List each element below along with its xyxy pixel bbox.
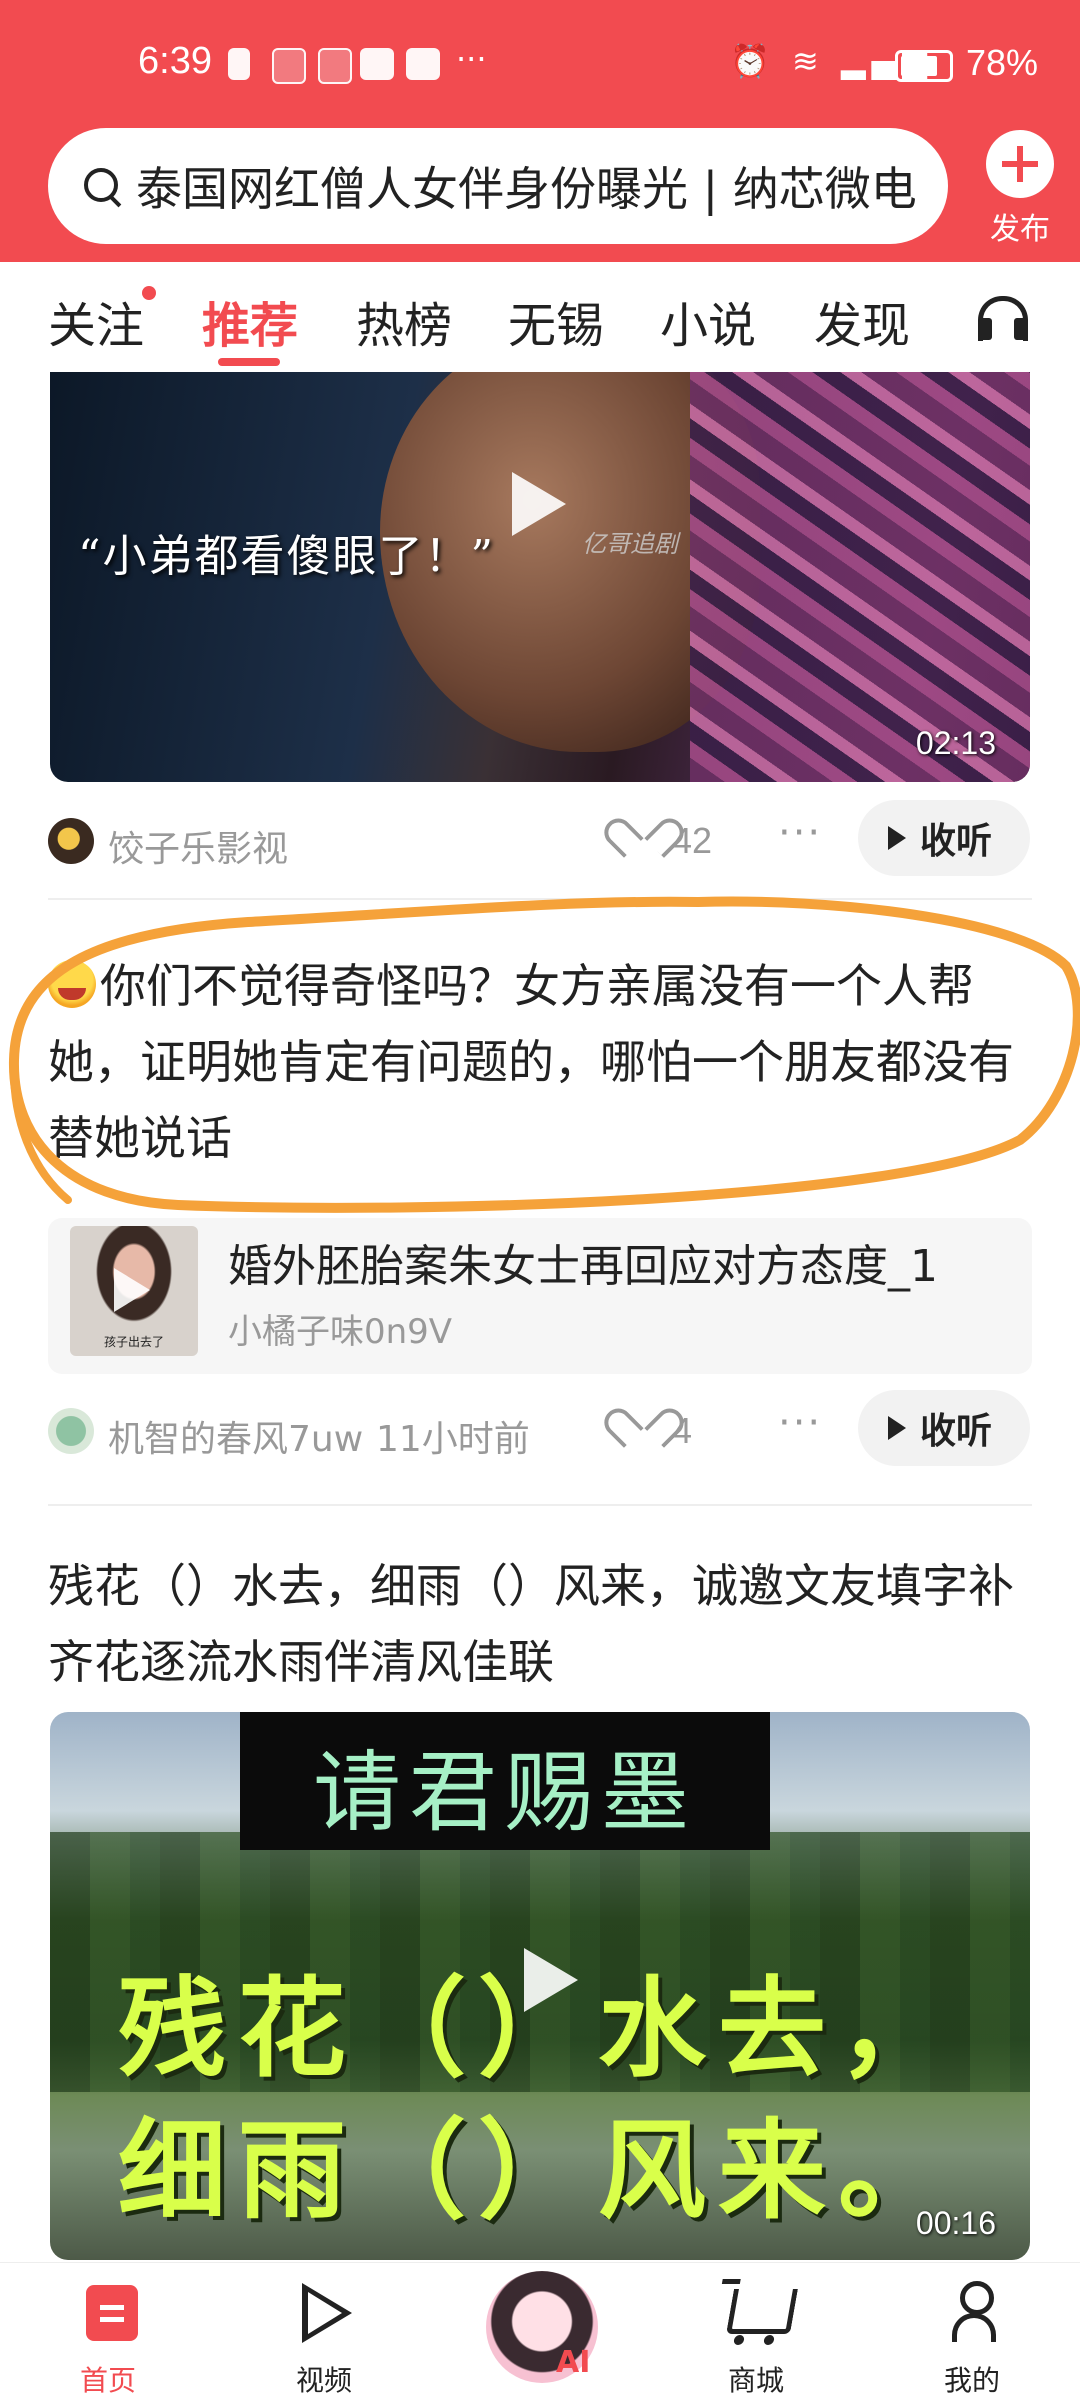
huawei-app-icon <box>318 48 352 84</box>
nav-video-label: 视频 <box>295 2364 352 2397</box>
nav-me-label: 我的 <box>943 2364 1000 2397</box>
publish-label: 发布 <box>990 212 1050 247</box>
listen-label: 收听 <box>920 1411 993 1452</box>
tab-recommend[interactable]: 推荐 <box>202 286 298 356</box>
post-title[interactable]: 残花（）水去，细雨（）风来，诚邀文友填字补齐花逐流水雨伴清风佳联 <box>48 1548 1038 1700</box>
unread-dot <box>142 286 156 300</box>
author-name[interactable]: 饺子乐影视 <box>108 820 288 872</box>
nav-home-label: 首页 <box>79 2364 136 2397</box>
status-time: 6:39 <box>138 40 212 82</box>
listen-button[interactable]: 收听 <box>858 1390 1030 1466</box>
like-count: 4 <box>672 1410 693 1451</box>
quoted-video-title: 婚外胚胎案朱女士再回应对方态度_1 <box>228 1241 938 1292</box>
nav-home[interactable]: 首页 <box>38 2263 178 2401</box>
more-notifications-icon: ··· <box>456 40 487 78</box>
thumb-caption: 孩子出去了 <box>103 1335 164 1349</box>
plus-icon <box>986 130 1054 198</box>
nav-mall-label: 商城 <box>727 2364 784 2397</box>
tab-novel[interactable]: 小说 <box>660 286 756 356</box>
video-duration: 02:13 <box>915 725 996 761</box>
play-small-icon <box>888 1416 906 1440</box>
notification-icon <box>228 48 250 80</box>
video-duration: 00:16 <box>915 2205 996 2241</box>
user-icon <box>952 2281 996 2347</box>
play-icon[interactable] <box>512 472 566 536</box>
quoted-video-author: 小橘子味0n9V <box>228 1312 453 1352</box>
post-time: 11小时前 <box>376 1419 530 1460</box>
video-play-icon <box>302 2283 352 2343</box>
tab-discover[interactable]: 发现 <box>814 286 910 356</box>
tab-follow[interactable]: 关注 <box>48 286 144 356</box>
annotation-circle <box>8 896 1080 1213</box>
play-small-icon <box>888 826 906 850</box>
avatar[interactable] <box>48 818 94 864</box>
play-icon[interactable] <box>524 1948 578 2012</box>
search-bar[interactable]: 泰国网红僧人女伴身份曝光 | 纳芯微电 <box>48 128 948 244</box>
search-icon <box>80 164 124 208</box>
item-meta: 机智的春风7uw 11小时前 4 ··· 收听 <box>0 1390 1080 1472</box>
nav-mall[interactable]: 商城 <box>686 2263 826 2401</box>
video-banner-text: 请君赐墨 <box>312 1741 697 1844</box>
home-icon <box>86 2285 138 2341</box>
active-tab-indicator <box>218 358 280 366</box>
video-frame-cloth <box>690 372 1030 782</box>
weather-icon <box>360 48 394 80</box>
quoted-video-card[interactable]: 孩子出去了 婚外胚胎案朱女士再回应对方态度_1 小橘子味0n9V <box>48 1218 1032 1374</box>
video-thumbnail[interactable]: “小弟都看傻眼了！” 亿哥追剧 02:13 <box>50 372 1030 782</box>
search-query[interactable]: 泰国网红僧人女伴身份曝光 | 纳芯微电 <box>136 153 936 219</box>
huawei-app-icon <box>272 48 306 84</box>
quoted-video-thumbnail[interactable]: 孩子出去了 <box>70 1226 198 1356</box>
headphone-icon[interactable] <box>978 296 1028 341</box>
avatar[interactable] <box>48 1408 94 1454</box>
tab-hot[interactable]: 热榜 <box>356 286 452 356</box>
more-icon[interactable]: ··· <box>778 1400 822 1446</box>
heart-icon[interactable] <box>620 822 660 862</box>
status-bar: 6:39 ··· ⏰ ≋ ▂▄▆ 78% <box>0 0 1080 130</box>
video-overlay-line2: 细雨（）风来。 <box>118 2108 959 2234</box>
battery-icon <box>895 50 953 82</box>
tab-wuxi[interactable]: 无锡 <box>508 286 604 356</box>
heart-icon[interactable] <box>620 1412 660 1452</box>
video-watermark: 亿哥追剧 <box>582 530 678 558</box>
author-name[interactable]: 机智的春风7uw <box>108 1410 363 1462</box>
listen-label: 收听 <box>920 821 993 862</box>
like-count: 42 <box>672 820 713 861</box>
app-header: 6:39 ··· ⏰ ≋ ▂▄▆ 78% 泰国网红僧人女伴身份曝光 | 纳芯微电… <box>0 0 1080 262</box>
nav-me[interactable]: 我的 <box>902 2263 1042 2401</box>
bottom-navigation: 首页 视频 AI 商城 我的 <box>0 2262 1080 2401</box>
video-subtitle: “小弟都看傻眼了！” <box>78 531 495 582</box>
listen-button[interactable]: 收听 <box>858 800 1030 876</box>
cart-icon <box>726 2289 798 2334</box>
divider <box>48 1504 1032 1506</box>
nav-video[interactable]: 视频 <box>254 2263 394 2401</box>
video-thumbnail[interactable]: 请君赐墨 残花（）水去， 细雨（）风来。 00:16 <box>50 1712 1030 2260</box>
app-notification-icon <box>406 48 440 80</box>
battery-percent: 78% <box>966 42 1039 83</box>
channel-tabs: 关注 推荐 热榜 无锡 小说 发现 <box>0 262 1080 372</box>
more-icon[interactable]: ··· <box>778 810 822 856</box>
publish-button[interactable]: 发布 <box>970 130 1070 248</box>
play-icon <box>114 1268 150 1312</box>
ai-label: AI <box>556 2345 591 2380</box>
